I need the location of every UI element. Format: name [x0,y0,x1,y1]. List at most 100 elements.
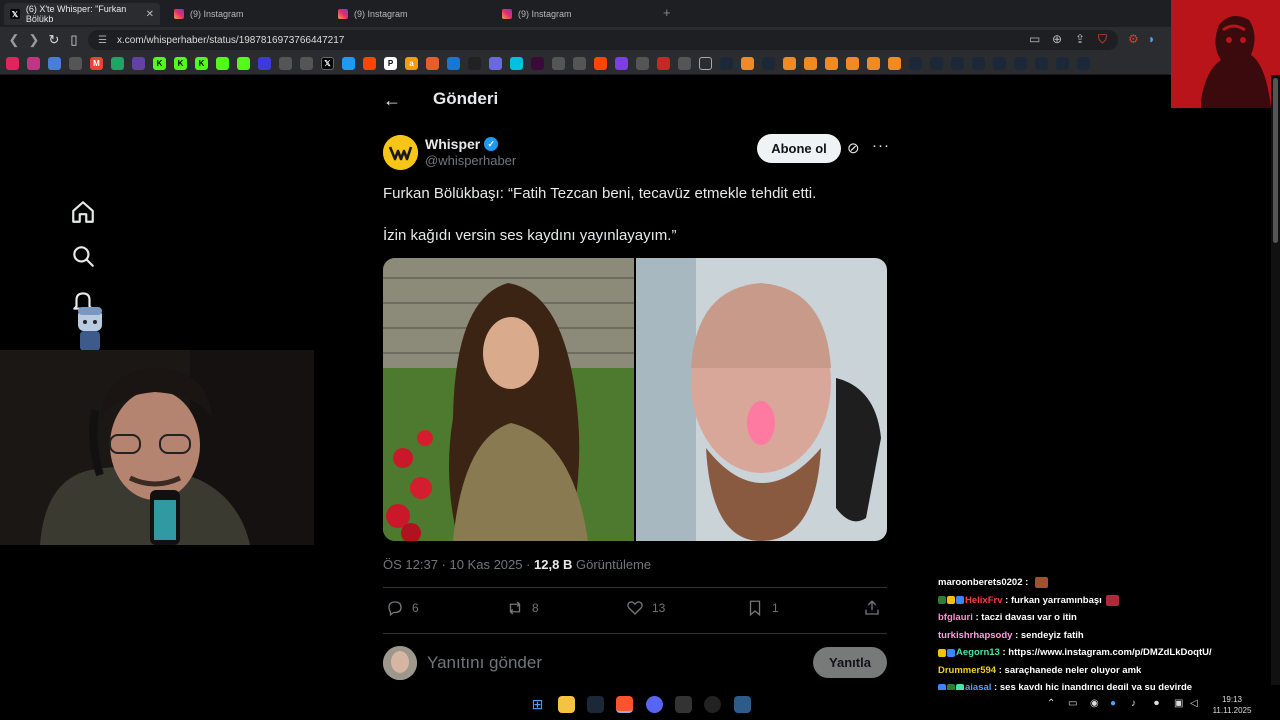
bookmark-icon[interactable] [342,57,355,70]
bookmark-icon[interactable]: P [384,57,397,70]
chat-username[interactable]: maroonberets0202 [938,574,1022,592]
app-icon[interactable] [734,696,751,713]
bookmark-icon[interactable] [846,57,859,70]
bookmark-icon[interactable] [279,57,292,70]
bookmark-icon[interactable] [678,57,691,70]
bookmark-icon[interactable] [258,57,271,70]
reddit-icon[interactable] [363,57,376,70]
twitch-icon[interactable] [132,57,145,70]
share-action[interactable] [863,599,881,617]
steam-icon[interactable] [1056,57,1069,70]
author-name[interactable]: Whisper ✓ [425,136,499,152]
reload-icon[interactable]: ↻ [46,32,62,48]
chat-username[interactable]: turkishrhapsody [938,627,1012,645]
page-scrollbar[interactable] [1271,75,1280,685]
bookmark-icon[interactable] [741,57,754,70]
bookmark-page-icon[interactable]: ▯ [66,32,82,48]
tab-x-post[interactable]: 𝕏 (6) X'te Whisper: "Furkan Bölükb ✕ [4,3,160,25]
tweet-media[interactable] [383,258,887,541]
reply-button[interactable]: Yanıtla [813,647,887,678]
tab-instagram-2[interactable]: (9) Instagram [332,3,492,25]
extension-icon[interactable]: ⚙ [1128,32,1139,46]
bookmark-icon[interactable] [615,57,628,70]
bookmark-icon[interactable] [468,57,481,70]
chat-username[interactable]: Aegorn13 [956,644,1000,662]
tray-expand-icon[interactable]: ⌃ [1047,698,1055,709]
url-field[interactable]: ☰ x.com/whisperhaber/status/198781697376… [88,30,1118,50]
tray-icon[interactable]: ▭ [1068,698,1077,709]
tab-instagram-3[interactable]: (9) Instagram [496,3,656,25]
steam-icon[interactable] [762,57,775,70]
steam-icon[interactable] [930,57,943,70]
steam-tray-icon[interactable]: ● [1110,698,1116,709]
scrollbar-thumb[interactable] [1273,78,1278,243]
steam-icon[interactable] [587,696,604,713]
bookmark-icon[interactable] [867,57,880,70]
bookmark-action[interactable]: 1 [746,599,779,617]
kick-icon[interactable]: K [153,57,166,70]
steam-icon[interactable] [1035,57,1048,70]
steam-icon[interactable] [951,57,964,70]
share-icon[interactable]: ⇪ [1075,32,1085,46]
user-avatar[interactable] [383,646,417,680]
bookmark-icon[interactable] [636,57,649,70]
bookmark-icon[interactable] [783,57,796,70]
tab-instagram-1[interactable]: (9) Instagram [168,3,328,25]
network-icon[interactable]: ▣ [1174,698,1183,709]
repost-action[interactable]: 8 [506,599,539,617]
steam-icon[interactable] [1077,57,1090,70]
bookmark-icon[interactable] [216,57,229,70]
kick-icon[interactable]: K [195,57,208,70]
bookmark-icon[interactable] [6,57,19,70]
home-icon[interactable] [70,199,96,225]
amazon-icon[interactable]: a [405,57,418,70]
zoom-icon[interactable]: ⊕ [1052,32,1062,46]
bookmark-icon[interactable] [300,57,313,70]
volume-icon[interactable]: ♪ [1131,698,1136,709]
app-icon[interactable] [704,696,721,713]
display-name[interactable]: Whisper [425,136,480,152]
file-explorer-icon[interactable] [558,696,575,713]
bookmark-icon[interactable] [804,57,817,70]
bookmark-icon[interactable] [657,57,670,70]
brave-icon[interactable] [616,696,633,713]
media-photo-right[interactable] [636,258,887,541]
bookmark-icon[interactable] [447,57,460,70]
bookmark-icon[interactable] [825,57,838,70]
bookmark-icon[interactable] [237,57,250,70]
folder-icon[interactable] [699,57,712,70]
drive-icon[interactable] [111,57,124,70]
instagram-bookmark-icon[interactable] [27,57,40,70]
taskbar-clock[interactable]: 19:13 11.11.2025 [1208,694,1256,716]
close-icon[interactable]: ✕ [146,9,154,20]
like-action[interactable]: 13 [626,599,665,617]
cast-icon[interactable]: ▭ [1029,32,1040,46]
bookmark-icon[interactable] [552,57,565,70]
grok-icon[interactable]: ⊘ [847,139,860,157]
chat-username[interactable]: HelixFrv [965,592,1003,610]
discord-icon[interactable] [646,696,663,713]
tray-icon[interactable]: ◉ [1090,698,1099,709]
reddit-icon[interactable] [594,57,607,70]
author-handle[interactable]: @whisperhaber [425,153,516,168]
bookmark-icon[interactable] [888,57,901,70]
forward-icon[interactable]: ❯ [26,32,42,48]
steam-icon[interactable] [720,57,733,70]
site-settings-icon[interactable]: ☰ [98,35,107,46]
bookmark-icon[interactable] [573,57,586,70]
back-arrow-icon[interactable]: ← [383,90,401,111]
steam-icon[interactable] [972,57,985,70]
x-bookmark-icon[interactable]: 𝕏 [321,57,334,70]
back-icon[interactable]: ❮ [6,32,22,48]
search-icon[interactable] [70,243,96,269]
reply-action[interactable]: 6 [386,599,419,617]
media-photo-left[interactable] [383,258,634,541]
subscribe-button[interactable]: Abone ol [757,134,841,163]
bookmark-icon[interactable] [489,57,502,70]
bookmark-icon[interactable] [426,57,439,70]
speaker-icon[interactable]: ◁ [1190,698,1198,709]
tweet-time[interactable]: ÖS 12:37 · 10 Kas 2025 · [383,557,534,572]
bookmark-icon[interactable] [531,57,544,70]
steam-icon[interactable] [1014,57,1027,70]
more-options-icon[interactable]: ··· [872,137,890,154]
